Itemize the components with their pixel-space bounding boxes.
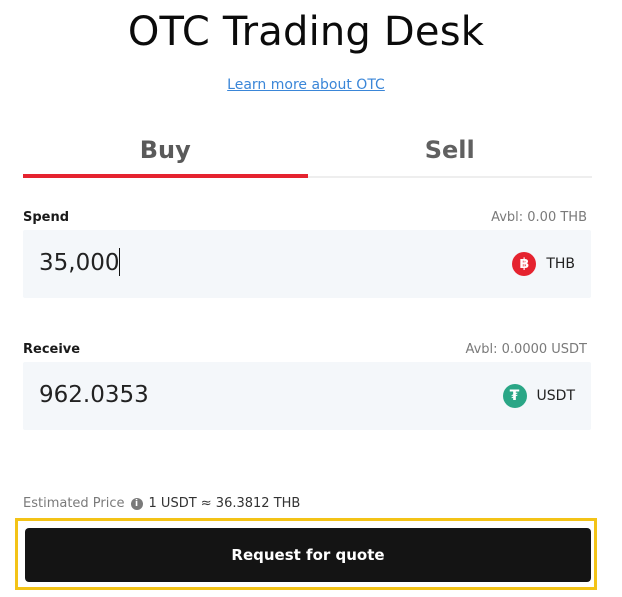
spend-amount-value: 35,000 [39, 250, 120, 276]
estimated-price-row: Estimated Price i 1 USDT ≈ 36.3812 THB [23, 496, 300, 511]
tab-sell[interactable]: Sell [308, 128, 593, 176]
buy-sell-tabs: Buy Sell [23, 128, 592, 178]
receive-currency-selector[interactable]: ₮ USDT [502, 384, 575, 408]
page-title: OTC Trading Desk [127, 9, 485, 55]
spend-available-balance: Avbl: 0.00 THB [491, 210, 587, 225]
estimated-price-label: Estimated Price [23, 496, 125, 511]
spend-amount-field[interactable]: 35,000 ฿ THB [23, 230, 591, 298]
spend-amount-input[interactable]: 35,000 [39, 247, 419, 278]
spend-currency-selector[interactable]: ฿ THB [512, 252, 575, 276]
receive-amount-field[interactable]: 962.0353 ₮ USDT [23, 362, 591, 430]
receive-available-balance: Avbl: 0.0000 USDT [465, 342, 587, 357]
text-caret [119, 247, 121, 276]
receive-label-row: Receive Avbl: 0.0000 USDT [23, 342, 587, 357]
spend-label-row: Spend Avbl: 0.00 THB [23, 210, 587, 225]
info-icon[interactable]: i [130, 497, 143, 510]
request-quote-button[interactable]: Request for quote [25, 528, 591, 582]
spend-currency-code: THB [546, 256, 575, 272]
tether-icon: ₮ [502, 384, 527, 408]
estimated-price-value: 1 USDT ≈ 36.3812 THB [148, 496, 301, 511]
tab-buy[interactable]: Buy [23, 128, 308, 178]
receive-label: Receive [23, 342, 81, 357]
receive-currency-code: USDT [536, 388, 575, 404]
receive-amount-value: 962.0353 [39, 382, 149, 408]
spend-label: Spend [23, 210, 70, 225]
baht-icon: ฿ [512, 252, 537, 276]
receive-amount-input[interactable]: 962.0353 [39, 380, 419, 410]
learn-more-otc-link[interactable]: Learn more about OTC [0, 77, 612, 93]
